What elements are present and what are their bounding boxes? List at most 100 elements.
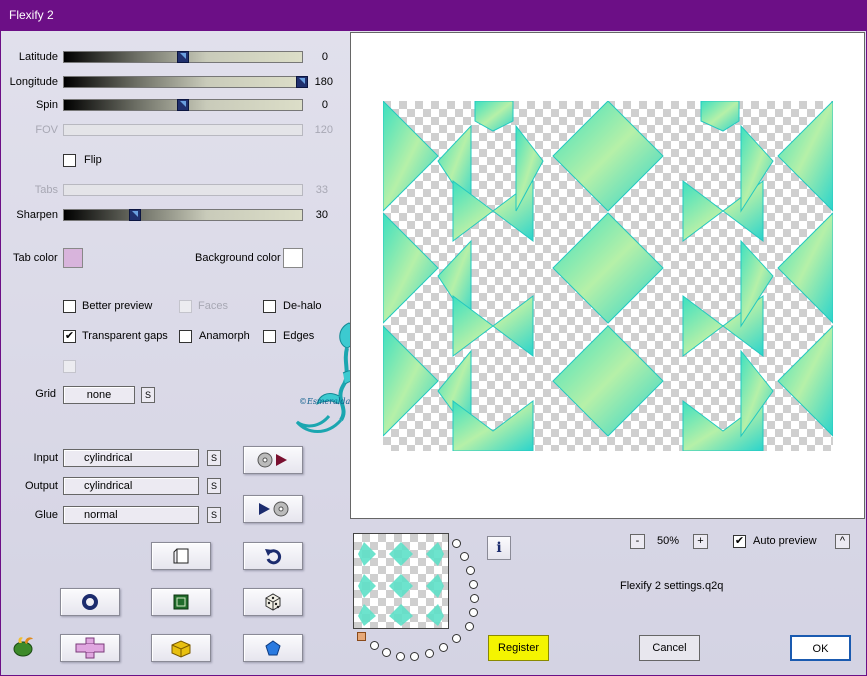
- ring-button[interactable]: [60, 588, 120, 616]
- preset-dot[interactable]: [439, 643, 448, 652]
- glue-label: Glue: [34, 509, 58, 521]
- sharpen-value: 30: [315, 209, 328, 221]
- spin-slider[interactable]: [63, 99, 303, 111]
- spin-label: Spin: [35, 99, 58, 111]
- dice-icon: [265, 593, 281, 611]
- preset-dot[interactable]: [382, 648, 391, 657]
- tab-color-label: Tab color: [13, 252, 58, 264]
- spin-value: 0: [321, 99, 328, 111]
- tabs-label: Tabs: [34, 184, 58, 196]
- ring-icon: [82, 594, 98, 610]
- anamorph-label: Anamorph: [199, 330, 250, 342]
- sharpen-slider-thumb[interactable]: [129, 209, 142, 221]
- settings-filename: Flexify 2 settings.q2q: [620, 580, 724, 592]
- longitude-value: 180: [314, 76, 333, 88]
- navigator-preview-image: [358, 542, 444, 626]
- preview-panel[interactable]: [350, 32, 865, 519]
- zoom-out-button[interactable]: -: [630, 534, 645, 549]
- glue-select[interactable]: normal: [63, 506, 199, 524]
- input-select[interactable]: cylindrical: [63, 449, 199, 467]
- output-label: Output: [24, 480, 58, 492]
- info-button[interactable]: i: [487, 536, 511, 560]
- background-color-label: Background color: [195, 252, 281, 264]
- grid-s-button[interactable]: S: [141, 387, 155, 403]
- cross-button[interactable]: [60, 634, 120, 662]
- disc-load-icon: [257, 452, 287, 468]
- cube-icon: [171, 640, 191, 658]
- cancel-button[interactable]: Cancel: [639, 635, 700, 661]
- disabled-checkbox: [63, 360, 76, 373]
- tabs-value: 33: [315, 184, 328, 196]
- output-s-button[interactable]: S: [207, 478, 221, 494]
- load-preset-button[interactable]: [243, 446, 303, 474]
- zoom-in-button[interactable]: +: [693, 534, 708, 549]
- input-s-button[interactable]: S: [207, 450, 221, 466]
- input-label: Input: [33, 452, 58, 464]
- de-halo-checkbox[interactable]: [263, 300, 276, 313]
- copy-icon: [173, 548, 189, 564]
- spin-slider-thumb[interactable]: [177, 99, 189, 111]
- preset-dot[interactable]: [460, 552, 469, 561]
- longitude-slider[interactable]: [63, 76, 308, 88]
- copy-button[interactable]: [151, 542, 211, 570]
- save-preset-button[interactable]: [243, 495, 303, 523]
- preset-dot[interactable]: [452, 634, 461, 643]
- preset-dot[interactable]: [425, 649, 434, 658]
- register-button[interactable]: Register: [488, 635, 549, 661]
- latitude-slider[interactable]: [63, 51, 303, 63]
- dialog-body: Latitude 0 Longitude 180 Spin 0 FOV 120 …: [0, 31, 867, 676]
- output-select[interactable]: cylindrical: [63, 477, 199, 495]
- preset-dot[interactable]: [370, 641, 379, 650]
- auto-preview-checkbox[interactable]: ✔: [733, 535, 746, 548]
- flip-checkbox[interactable]: [63, 154, 76, 167]
- anamorph-checkbox[interactable]: [179, 330, 192, 343]
- latitude-slider-thumb[interactable]: [177, 51, 189, 63]
- preset-dot[interactable]: [465, 622, 474, 631]
- fov-slider: [63, 124, 303, 136]
- preset-dot[interactable]: [410, 652, 419, 661]
- preset-dot[interactable]: [466, 566, 475, 575]
- square-button[interactable]: [151, 588, 211, 616]
- collapse-button[interactable]: ^: [835, 534, 850, 549]
- sharpen-slider[interactable]: [63, 209, 303, 221]
- navigator-thumbnail[interactable]: [353, 533, 449, 629]
- square-icon: [173, 594, 189, 610]
- grid-label: Grid: [35, 388, 56, 400]
- better-preview-label: Better preview: [82, 300, 153, 312]
- cube-button[interactable]: [151, 634, 211, 662]
- undo-button[interactable]: [243, 542, 303, 570]
- random-button[interactable]: [243, 588, 303, 616]
- preset-dot[interactable]: [470, 594, 479, 603]
- de-halo-label: De-halo: [283, 300, 322, 312]
- latitude-value: 0: [321, 51, 328, 63]
- pentagon-icon: [265, 640, 281, 656]
- transparent-gaps-label: Transparent gaps: [82, 330, 168, 342]
- background-color-swatch[interactable]: [283, 248, 303, 268]
- better-preview-checkbox[interactable]: [63, 300, 76, 313]
- latitude-label: Latitude: [18, 51, 58, 63]
- disc-save-icon: [259, 501, 289, 517]
- preset-dot[interactable]: [469, 608, 478, 617]
- preset-dot[interactable]: [452, 539, 461, 548]
- preset-dot[interactable]: [469, 580, 478, 589]
- flip-label: Flip: [84, 154, 102, 166]
- ok-button[interactable]: OK: [790, 635, 851, 661]
- preset-dot[interactable]: [396, 652, 405, 661]
- sharpen-label: Sharpen: [16, 209, 58, 221]
- transparent-gaps-checkbox[interactable]: ✔: [63, 330, 76, 343]
- faces-label: Faces: [198, 300, 228, 312]
- tab-color-swatch[interactable]: [63, 248, 83, 268]
- tabs-slider: [63, 184, 303, 196]
- undo-icon: [265, 549, 282, 565]
- pentagon-button[interactable]: [243, 634, 303, 662]
- faces-checkbox: [179, 300, 192, 313]
- edges-checkbox[interactable]: [263, 330, 276, 343]
- flaming-pear-logo: [13, 637, 33, 657]
- zoom-level: 50%: [656, 535, 680, 547]
- grid-select[interactable]: none: [63, 386, 135, 404]
- window-title: Flexify 2: [9, 8, 54, 22]
- longitude-label: Longitude: [9, 76, 58, 88]
- preset-dot-active[interactable]: [357, 632, 366, 641]
- glue-s-button[interactable]: S: [207, 507, 221, 523]
- auto-preview-label: Auto preview: [753, 535, 817, 547]
